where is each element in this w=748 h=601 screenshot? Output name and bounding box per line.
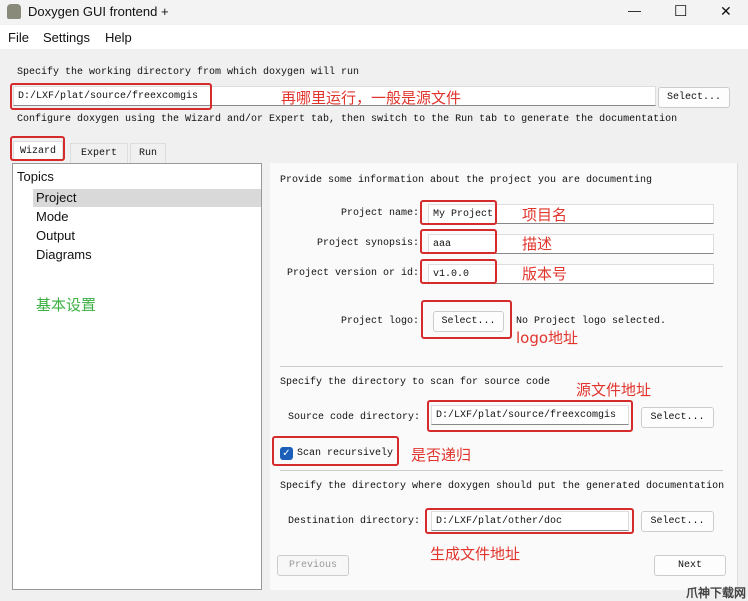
- project-logo-label: Project logo:: [340, 316, 419, 327]
- maximize-button[interactable]: ☐: [674, 2, 687, 20]
- dest-dir-highlight: [425, 508, 634, 534]
- watermark: 爪神下载网: [686, 586, 747, 600]
- scan-recursively-highlight: [272, 436, 399, 466]
- workdir-highlight: [10, 83, 212, 110]
- topics-annotation: 基本设置: [36, 296, 97, 314]
- project-synopsis-label: Project synopsis:: [316, 238, 419, 249]
- wizard-tab-highlight: [10, 136, 65, 161]
- menu-bar: File Settings Help: [0, 25, 748, 49]
- source-select-button[interactable]: Select...: [641, 407, 714, 428]
- source-dir-highlight: [427, 400, 633, 432]
- window-title: Doxygen GUI frontend +: [28, 4, 169, 19]
- workdir-annotation: 再哪里运行，一般是源文件: [281, 89, 462, 107]
- topic-output[interactable]: Output: [36, 228, 75, 243]
- project-name-annotation: 项目名: [522, 206, 568, 224]
- source-intro: Specify the directory to scan for source…: [280, 377, 551, 388]
- topic-project[interactable]: Project: [36, 190, 76, 205]
- title-bar: Doxygen GUI frontend + — ☐ ✕: [0, 0, 748, 24]
- project-logo-annotation: logo地址: [516, 329, 579, 347]
- project-synopsis-highlight: [420, 229, 497, 254]
- project-version-highlight: [420, 259, 497, 284]
- close-button[interactable]: ✕: [720, 3, 732, 20]
- topics-header: Topics: [17, 169, 54, 184]
- project-synopsis-annotation: 描述: [522, 235, 553, 253]
- dest-annotation: 生成文件地址: [430, 545, 521, 563]
- project-name-highlight: [420, 200, 497, 225]
- menu-file[interactable]: File: [8, 30, 29, 45]
- project-logo-highlight: [421, 300, 512, 339]
- menu-settings[interactable]: Settings: [43, 30, 90, 45]
- recursive-annotation: 是否递归: [411, 446, 472, 464]
- app-icon: [7, 4, 21, 19]
- project-version-label: Project version or id:: [286, 268, 419, 279]
- configure-text: Configure doxygen using the Wizard and/o…: [17, 114, 678, 125]
- previous-button[interactable]: Previous: [277, 555, 349, 576]
- project-intro: Provide some information about the proje…: [280, 175, 653, 186]
- divider: [280, 366, 723, 367]
- project-version-annotation: 版本号: [522, 265, 568, 283]
- dest-intro: Specify the directory where doxygen shou…: [280, 481, 725, 492]
- dest-dir-label: Destination directory:: [288, 516, 421, 527]
- divider: [280, 470, 723, 471]
- dest-select-button[interactable]: Select...: [641, 511, 714, 532]
- menu-help[interactable]: Help: [105, 30, 132, 45]
- tab-expert[interactable]: Expert: [70, 143, 128, 163]
- workdir-select-button[interactable]: Select...: [658, 87, 730, 108]
- project-name-label: Project name:: [340, 208, 419, 219]
- project-logo-status: No Project logo selected.: [516, 316, 667, 327]
- minimize-button[interactable]: —: [628, 3, 641, 18]
- workdir-label: Specify the working directory from which…: [17, 67, 360, 78]
- source-annotation: 源文件地址: [576, 381, 652, 399]
- topics-panel: Topics Project Mode Output Diagrams 基本设置: [12, 163, 262, 590]
- topic-mode[interactable]: Mode: [36, 209, 69, 224]
- source-dir-label: Source code directory:: [288, 412, 421, 423]
- tab-run[interactable]: Run: [130, 143, 166, 163]
- next-button[interactable]: Next: [654, 555, 726, 576]
- topic-diagrams[interactable]: Diagrams: [36, 247, 92, 262]
